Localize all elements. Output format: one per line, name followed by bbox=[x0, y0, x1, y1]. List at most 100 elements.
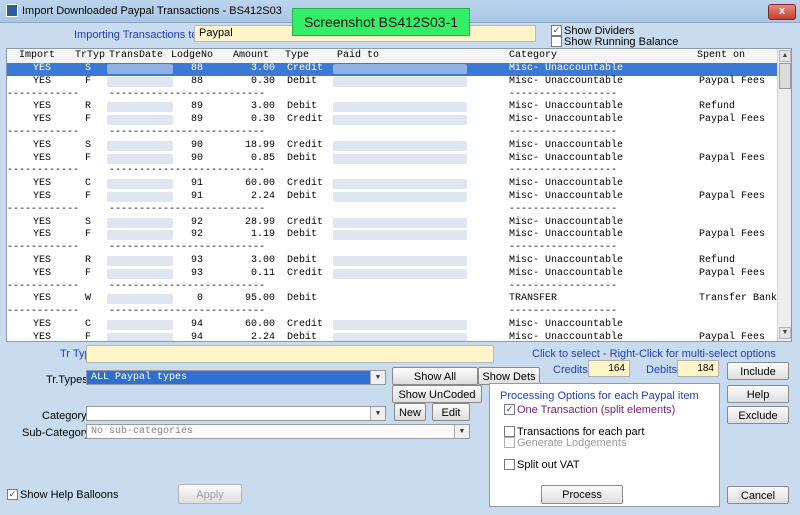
include-button[interactable]: Include bbox=[727, 362, 789, 380]
redacted-transdate bbox=[107, 217, 173, 228]
table-row[interactable]: YES F 90 0.85 Debit Misc- Unaccountable Paypal… bbox=[7, 153, 777, 166]
close-button[interactable]: x bbox=[768, 4, 796, 20]
cell-type: Credit bbox=[287, 267, 324, 279]
divider-line: -------------------------- bbox=[109, 88, 266, 100]
apply-button[interactable]: Apply bbox=[178, 484, 242, 504]
cancel-button[interactable]: Cancel bbox=[727, 486, 789, 504]
redacted-paid-to bbox=[333, 332, 467, 341]
show-help-balloons-checkbox[interactable]: ✓ bbox=[7, 489, 18, 500]
redacted-transdate bbox=[107, 115, 173, 126]
cell-import: YES bbox=[33, 229, 52, 241]
cell-amount: 28.99 bbox=[244, 216, 275, 228]
split-vat-checkbox[interactable] bbox=[504, 459, 515, 470]
divider-line: ------------------ bbox=[509, 280, 618, 292]
subcategory-value: No sub-categories bbox=[91, 426, 194, 437]
chevron-down-icon[interactable]: ▼ bbox=[454, 425, 469, 438]
redacted-paid-to bbox=[333, 179, 467, 190]
help-button[interactable]: Help bbox=[727, 385, 789, 403]
divider-line: ------------ bbox=[7, 126, 80, 138]
divider-line: -------------------------- bbox=[109, 306, 266, 318]
redacted-transdate bbox=[107, 76, 173, 87]
cell-lodgeno: 89 bbox=[190, 101, 203, 113]
divider-line: ------------ bbox=[7, 203, 80, 215]
scroll-down-icon[interactable]: ▼ bbox=[779, 327, 791, 339]
table-row[interactable]: YES F 92 1.19 Debit Misc- Unaccountable Paypal… bbox=[7, 229, 777, 242]
cell-import: YES bbox=[33, 152, 52, 164]
cell-category: Misc- Unaccountable bbox=[509, 216, 624, 228]
cell-type: Debit bbox=[287, 190, 318, 202]
divider-line: ------------------ bbox=[509, 88, 618, 100]
table-row[interactable]: YES S 90 18.99 Credit Misc- Unaccountable bbox=[7, 140, 777, 153]
cell-category: Misc- Unaccountable bbox=[509, 101, 624, 113]
table-row[interactable]: YES R 93 3.00 Debit Misc- Unaccountable Refund bbox=[7, 255, 777, 268]
table-row[interactable]: YES S 88 3.00 Credit Misc- Unaccountable bbox=[7, 63, 777, 76]
new-button[interactable]: New bbox=[394, 403, 426, 421]
generate-lodgements-checkbox[interactable] bbox=[504, 437, 515, 448]
cell-lodgeno: 89 bbox=[190, 114, 203, 126]
one-transaction-checkbox[interactable]: ✓ bbox=[504, 404, 515, 415]
divider-line: ------------ bbox=[7, 165, 80, 177]
debits-value: 184 bbox=[677, 360, 719, 377]
cell-type: Credit bbox=[287, 114, 324, 126]
trtypes-select[interactable]: ALL Paypal types ▼ bbox=[86, 370, 386, 385]
scroll-up-icon[interactable]: ▲ bbox=[779, 50, 791, 62]
transactions-each-part-checkbox[interactable] bbox=[504, 426, 515, 437]
table-row[interactable]: YES W 0 95.00 Debit TRANSFER Transfer Bank bbox=[7, 293, 777, 306]
cell-lodgeno: 92 bbox=[190, 229, 203, 241]
processing-options-title: Processing Options for each Paypal item bbox=[500, 390, 699, 402]
cell-category: TRANSFER bbox=[509, 293, 558, 305]
grid-scrollbar[interactable]: ▲ ▼ bbox=[777, 49, 791, 341]
process-button[interactable]: Process bbox=[541, 485, 623, 504]
show-uncoded-button[interactable]: Show UnCoded bbox=[392, 385, 482, 403]
cell-type: Debit bbox=[287, 331, 318, 342]
table-row[interactable]: YES F 91 2.24 Debit Misc- Unaccountable Paypal… bbox=[7, 191, 777, 204]
cell-import: YES bbox=[33, 190, 52, 202]
table-row[interactable]: YES F 89 0.30 Credit Misc- Unaccountable Paypa… bbox=[7, 114, 777, 127]
redacted-paid-to bbox=[333, 115, 467, 126]
show-dividers-checkbox[interactable]: ✓ bbox=[551, 25, 562, 36]
table-row[interactable]: YES F 93 0.11 Credit Misc- Unaccountable Paypa… bbox=[7, 268, 777, 281]
cell-category: Misc- Unaccountable bbox=[509, 139, 624, 151]
show-running-balance-label: Show Running Balance bbox=[564, 36, 679, 48]
credits-value: 164 bbox=[588, 360, 630, 377]
table-row[interactable]: YES C 94 60.00 Credit Misc- Unaccountable bbox=[7, 319, 777, 332]
edit-button[interactable]: Edit bbox=[432, 403, 470, 421]
credits-label: Credits bbox=[553, 364, 588, 376]
cell-spent-on: Paypal Fees bbox=[699, 152, 766, 164]
exclude-button[interactable]: Exclude bbox=[727, 406, 789, 424]
divider-line: ------------ bbox=[7, 280, 80, 292]
transactions-grid[interactable]: Import TrTyp TransDate LodgeNo Amount Ty… bbox=[6, 48, 792, 342]
subcategory-select[interactable]: No sub-categories ▼ bbox=[86, 424, 470, 439]
show-running-balance-checkbox[interactable] bbox=[551, 36, 562, 47]
table-row[interactable]: YES F 88 0.30 Debit Misc- Unaccountable Paypal… bbox=[7, 76, 777, 89]
show-all-button[interactable]: Show All bbox=[392, 367, 478, 385]
redacted-transdate bbox=[107, 153, 173, 164]
cell-amount: 2.24 bbox=[250, 190, 275, 202]
cell-spent-on: Paypal Fees bbox=[699, 229, 766, 241]
table-row[interactable]: YES F 94 2.24 Debit Misc- Unaccountable Paypal… bbox=[7, 331, 777, 342]
cell-trtyp: F bbox=[85, 267, 92, 279]
col-import: Import bbox=[19, 50, 56, 61]
tr-type-field[interactable] bbox=[86, 345, 494, 363]
cell-lodgeno: 91 bbox=[190, 190, 203, 202]
table-row[interactable]: YES S 92 28.99 Credit Misc- Unaccountable bbox=[7, 217, 777, 230]
table-row[interactable]: YES C 91 60.00 Credit Misc- Unaccountable bbox=[7, 178, 777, 191]
table-row[interactable]: YES R 89 3.00 Debit Misc- Unaccountable Refund bbox=[7, 101, 777, 114]
cell-amount: 18.99 bbox=[244, 139, 275, 151]
cell-type: Credit bbox=[287, 318, 324, 330]
cell-trtyp: S bbox=[85, 216, 92, 228]
divider-line: ------------------ bbox=[509, 203, 618, 215]
chevron-down-icon[interactable]: ▼ bbox=[370, 371, 385, 384]
chevron-down-icon[interactable]: ▼ bbox=[370, 407, 385, 420]
redacted-transdate bbox=[107, 140, 173, 151]
cell-trtyp: F bbox=[85, 152, 92, 164]
col-amount: Amount bbox=[233, 50, 270, 61]
category-select[interactable]: ▼ bbox=[86, 406, 386, 421]
divider-line: ------------------ bbox=[509, 126, 618, 138]
cell-lodgeno: 93 bbox=[190, 267, 203, 279]
cell-import: YES bbox=[33, 254, 52, 266]
redacted-transdate bbox=[107, 191, 173, 202]
cell-lodgeno: 0 bbox=[196, 293, 203, 305]
scroll-thumb[interactable] bbox=[779, 63, 791, 89]
cell-type: Credit bbox=[287, 139, 324, 151]
